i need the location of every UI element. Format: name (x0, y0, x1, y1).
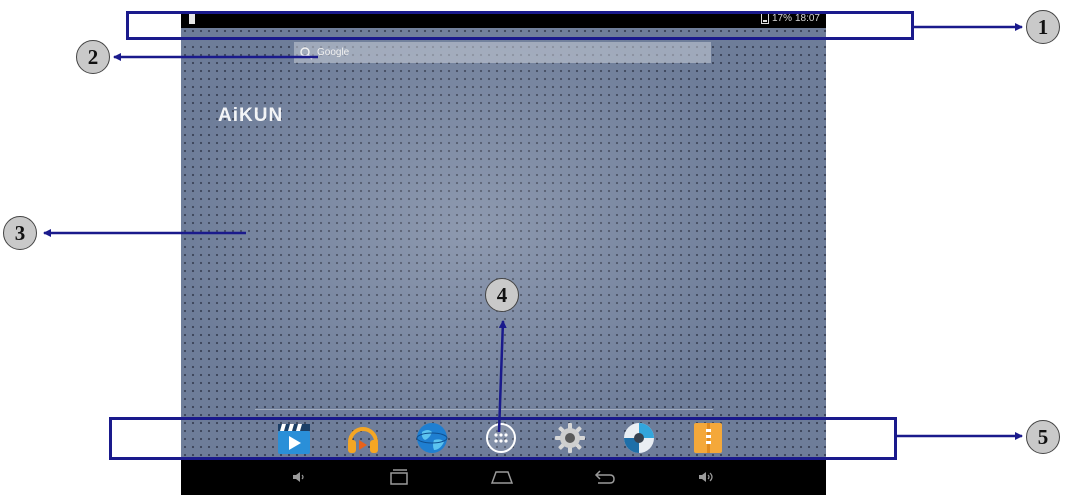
callout-badge-1: 1 (1026, 10, 1060, 44)
callout-badge-5: 5 (1026, 420, 1060, 454)
callout-arrows (43, 23, 1023, 440)
callout-badge-4: 4 (485, 278, 519, 312)
callout-badge-3: 3 (3, 216, 37, 250)
callout-badge-2: 2 (76, 40, 110, 74)
